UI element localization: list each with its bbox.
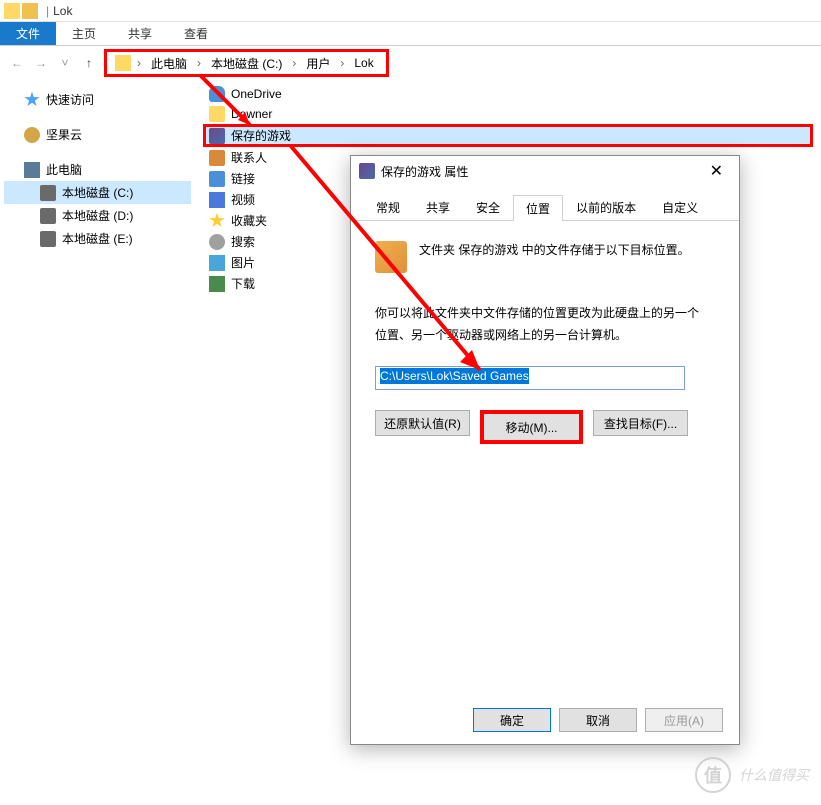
path-text: C:\Users\Lok\Saved Games [380, 368, 529, 384]
file-item-downer[interactable]: Downer [203, 104, 813, 124]
breadcrumb-item-0[interactable]: 此电脑 [147, 53, 191, 74]
dialog-title-icon [359, 163, 375, 179]
cloud-icon [209, 86, 225, 102]
link-icon [209, 171, 225, 187]
tab-previous[interactable]: 以前的版本 [563, 194, 649, 220]
folder-icon [4, 3, 20, 19]
folder-icon-2 [22, 3, 38, 19]
breadcrumb-item-2[interactable]: 用户 [302, 53, 334, 74]
pc-icon [24, 162, 40, 178]
file-label: 视频 [231, 191, 255, 208]
file-label: 下载 [231, 275, 255, 292]
sidebar-label: 本地磁盘 (C:) [62, 184, 133, 201]
nav-forward[interactable]: → [32, 54, 50, 72]
sidebar-label: 本地磁盘 (E:) [62, 230, 133, 247]
file-item-saved-games[interactable]: 保存的游戏 [203, 124, 813, 147]
nav-bar: ← → ˅ ↑ › 此电脑 › 本地磁盘 (C:) › 用户 › Lok [0, 46, 821, 80]
file-label: Downer [231, 107, 272, 121]
breadcrumb-folder-icon [115, 55, 131, 71]
sidebar-label: 此电脑 [46, 161, 82, 178]
breadcrumb-item-3[interactable]: Lok [350, 54, 377, 72]
sidebar-label: 本地磁盘 (D:) [62, 207, 133, 224]
dialog-info-2: 你可以将此文件夹中文件存储的位置更改为此硬盘上的另一个 位置、另一个驱动器或网络… [375, 303, 715, 346]
move-button[interactable]: 移动(M)... [480, 410, 583, 444]
file-label: 图片 [231, 254, 255, 271]
watermark-symbol: 值 [695, 757, 731, 793]
apply-button[interactable]: 应用(A) [645, 708, 723, 732]
drive-icon [40, 208, 56, 224]
title-bar: | Lok [0, 0, 821, 22]
file-label: 联系人 [231, 149, 267, 166]
breadcrumb-item-1[interactable]: 本地磁盘 (C:) [207, 53, 286, 74]
title-separator: | [46, 4, 49, 18]
file-item-onedrive[interactable]: OneDrive [203, 84, 813, 104]
contacts-icon [209, 150, 225, 166]
sidebar-label: 快速访问 [46, 91, 94, 108]
sidebar-drive-d[interactable]: 本地磁盘 (D:) [4, 204, 191, 227]
dialog-footer: 确定 取消 应用(A) [473, 708, 723, 732]
ribbon: 文件 主页 共享 查看 [0, 22, 821, 46]
dialog-close-button[interactable]: ✕ [702, 161, 731, 181]
sidebar-quick-access[interactable]: 快速访问 [4, 88, 191, 111]
properties-dialog: 保存的游戏 属性 ✕ 常规 共享 安全 位置 以前的版本 自定义 文件夹 保存的… [350, 155, 740, 745]
breadcrumb[interactable]: › 此电脑 › 本地磁盘 (C:) › 用户 › Lok [104, 49, 389, 77]
dialog-title-text: 保存的游戏 属性 [381, 163, 468, 180]
tab-custom[interactable]: 自定义 [649, 194, 711, 220]
ribbon-tab-share[interactable]: 共享 [112, 22, 168, 45]
file-label: 收藏夹 [231, 212, 267, 229]
ribbon-tab-view[interactable]: 查看 [168, 22, 224, 45]
nav-up[interactable]: ↑ [80, 54, 98, 72]
tab-general[interactable]: 常规 [363, 194, 413, 220]
sidebar: 快速访问 坚果云 此电脑 本地磁盘 (C:) 本地磁盘 (D:) 本地磁盘 (E… [0, 80, 195, 805]
ribbon-tab-home[interactable]: 主页 [56, 22, 112, 45]
dialog-info-1: 文件夹 保存的游戏 中的文件存储于以下目标位置。 [419, 241, 690, 273]
game-icon [209, 128, 225, 144]
ok-button[interactable]: 确定 [473, 708, 551, 732]
nut-icon [24, 127, 40, 143]
favorites-icon [209, 213, 225, 229]
file-label: 搜索 [231, 233, 255, 250]
cancel-button[interactable]: 取消 [559, 708, 637, 732]
sidebar-drive-c[interactable]: 本地磁盘 (C:) [4, 181, 191, 204]
file-label: 保存的游戏 [231, 127, 291, 144]
file-label: OneDrive [231, 87, 282, 101]
file-label: 链接 [231, 170, 255, 187]
window-title: Lok [53, 4, 72, 18]
ribbon-tab-file[interactable]: 文件 [0, 22, 56, 45]
star-icon [24, 92, 40, 108]
dialog-title-bar[interactable]: 保存的游戏 属性 ✕ [351, 156, 739, 186]
find-target-button[interactable]: 查找目标(F)... [593, 410, 688, 436]
folder-icon [209, 106, 225, 122]
video-icon [209, 192, 225, 208]
search-icon [209, 234, 225, 250]
dialog-tabs: 常规 共享 安全 位置 以前的版本 自定义 [351, 186, 739, 221]
tab-security[interactable]: 安全 [463, 194, 513, 220]
nav-back[interactable]: ← [8, 54, 26, 72]
dialog-folder-icon [375, 241, 407, 273]
sidebar-nutcloud[interactable]: 坚果云 [4, 123, 191, 146]
drive-icon [40, 231, 56, 247]
sidebar-this-pc[interactable]: 此电脑 [4, 158, 191, 181]
sidebar-drive-e[interactable]: 本地磁盘 (E:) [4, 227, 191, 250]
watermark: 值 什么值得买 [695, 757, 809, 793]
watermark-text: 什么值得买 [739, 765, 809, 785]
download-icon [209, 276, 225, 292]
tab-location[interactable]: 位置 [513, 195, 563, 221]
nav-recent-dropdown[interactable]: ˅ [56, 54, 74, 72]
tab-sharing[interactable]: 共享 [413, 194, 463, 220]
restore-default-button[interactable]: 还原默认值(R) [375, 410, 470, 436]
dialog-body: 文件夹 保存的游戏 中的文件存储于以下目标位置。 你可以将此文件夹中文件存储的位… [351, 221, 739, 464]
drive-icon [40, 185, 56, 201]
sidebar-label: 坚果云 [46, 126, 82, 143]
path-input[interactable]: C:\Users\Lok\Saved Games [375, 366, 685, 390]
picture-icon [209, 255, 225, 271]
